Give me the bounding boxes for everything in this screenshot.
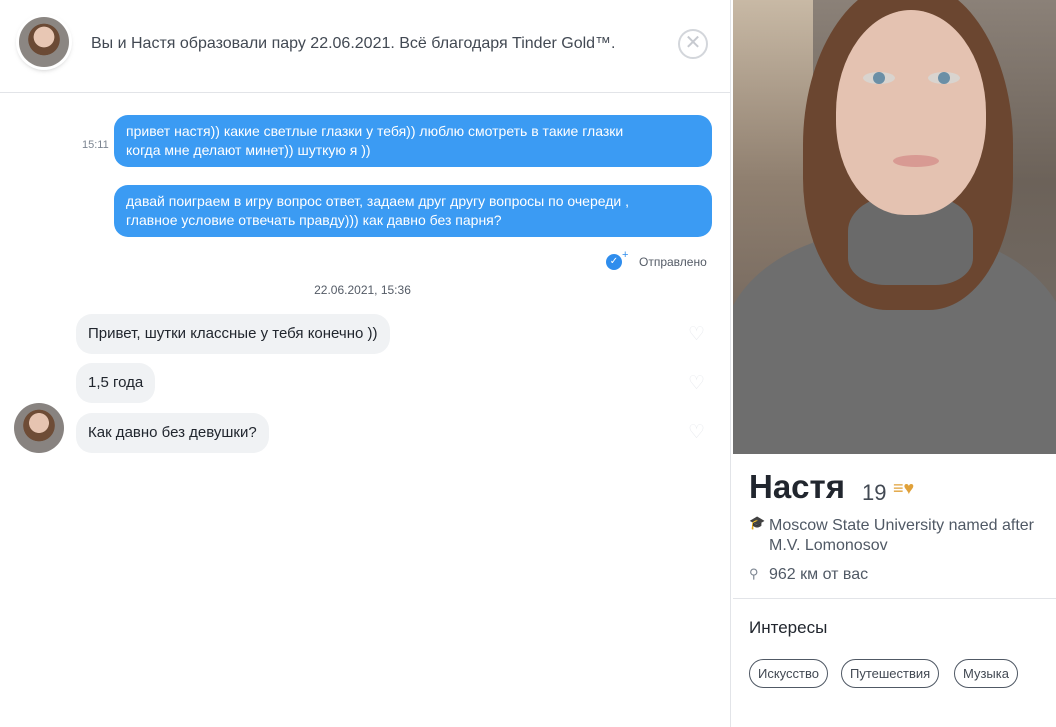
profile-name: Настя [749,468,845,505]
chat-panel: Вы и Настя образовали пару 22.06.2021. В… [0,0,731,727]
sender-avatar[interactable] [14,403,64,453]
plus-icon: + [622,249,629,261]
outgoing-message: давай поиграем в игру вопрос ответ, зада… [114,185,712,237]
date-divider: 22.06.2021, 15:36 [314,283,411,297]
interest-chip[interactable]: Искусство [749,659,828,688]
heart-icon[interactable]: ♡ [688,372,705,395]
message-line: главное условие отвечать правду))) как д… [126,212,502,228]
school-line2: M.V. Lomonosov [769,537,888,554]
location-pin-icon: ⚲ [749,566,759,581]
gold-heart-icon: ≡♥ [893,478,915,498]
close-icon[interactable]: ✕ [678,29,708,59]
incoming-message: Привет, шутки классные у тебя конечно )) [76,314,390,354]
interests-title: Интересы [749,618,828,637]
message-time: 15:11 [82,139,109,151]
heart-icon[interactable]: ♡ [688,421,705,444]
heart-icon[interactable]: ♡ [688,323,705,346]
interest-chip[interactable]: Путешествия [841,659,940,688]
profile-age: 19 [862,480,887,505]
outgoing-message: привет настя)) какие светлые глазки у те… [114,115,712,167]
incoming-message: 1,5 года [76,363,156,403]
divider [733,598,1056,599]
match-notice: Вы и Настя образовали пару 22.06.2021. В… [91,35,616,52]
message-line: привет настя)) какие светлые глазки у те… [126,123,624,139]
match-avatar[interactable] [19,17,69,67]
message-line: когда мне делают минет)) шуткую я )) [126,142,371,158]
profile-panel: Настя 19 ≡♥ 🎓 Moscow State University na… [733,0,1056,727]
message-line: давай поиграем в игру вопрос ответ, зада… [126,193,629,209]
match-header: Вы и Настя образовали пару 22.06.2021. В… [0,0,731,93]
photo-eye [928,72,960,84]
school-line1: Moscow State University named after [769,517,1034,534]
distance-text: 962 км от вас [769,566,869,583]
profile-photo[interactable] [733,0,1056,454]
incoming-message: Как давно без девушки? [76,413,269,453]
interest-chip[interactable]: Музыка [954,659,1018,688]
photo-eye [863,72,895,84]
graduation-cap-icon: 🎓 [749,515,766,530]
sent-label: Отправлено [639,255,707,269]
photo-face [836,10,986,215]
photo-lips [893,155,939,167]
check-icon: ✓ [606,254,622,270]
